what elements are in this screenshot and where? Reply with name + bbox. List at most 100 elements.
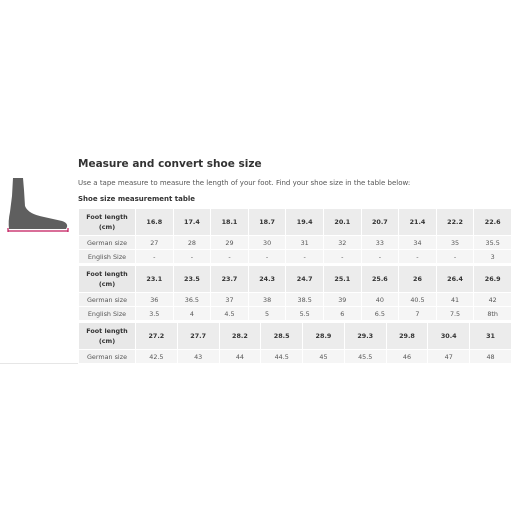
english-size-row: English Size 3.5 4 4.5 5 5.5 6 6.5 7 7.5… — [78, 306, 512, 321]
german-size-cell: 35.5 — [473, 235, 512, 250]
german-size-cell: 44 — [218, 349, 262, 364]
foot-length-cell: 25.1 — [322, 265, 362, 293]
foot-length-cell: 23.1 — [135, 265, 174, 293]
english-size-cell: 7 — [398, 306, 437, 321]
english-size-cell: 7.5 — [435, 306, 475, 321]
german-size-cell: 48 — [469, 349, 512, 364]
size-table-3: Foot length (cm) 27.2 27.7 28.2 28.5 28.… — [78, 322, 512, 364]
foot-length-cell: 22.6 — [473, 208, 512, 236]
german-size-cell: 33 — [360, 235, 400, 250]
table-title: Shoe size measurement table — [78, 195, 195, 203]
english-size-label: English Size — [78, 249, 136, 264]
english-size-cell: 4.5 — [210, 306, 249, 321]
english-size-cell: 5 — [247, 306, 287, 321]
german-size-cell: 42.5 — [135, 349, 178, 364]
foot-length-row: Foot length (cm) 16.8 17.4 18.1 18.7 19.… — [78, 208, 512, 236]
foot-length-cell: 30.4 — [427, 322, 471, 350]
foot-length-cell: 29.8 — [385, 322, 429, 350]
foot-length-cell: 19.4 — [285, 208, 324, 236]
german-size-cell: 46 — [385, 349, 429, 364]
english-size-row: English Size - - - - - - - - - 3 — [78, 249, 512, 264]
foot-length-cell: 31 — [469, 322, 512, 350]
foot-length-cell: 16.8 — [135, 208, 174, 236]
german-size-cell: 45 — [302, 349, 345, 364]
foot-length-cell: 24.7 — [285, 265, 324, 293]
english-size-cell: - — [285, 249, 324, 264]
german-size-cell: 47 — [427, 349, 471, 364]
german-size-label: German size — [78, 235, 136, 250]
english-size-cell: 8th — [473, 306, 512, 321]
foot-length-cell: 27.2 — [135, 322, 178, 350]
german-size-cell: 39 — [322, 292, 362, 307]
foot-length-cell: 28.2 — [218, 322, 262, 350]
german-size-cell: 40.5 — [398, 292, 437, 307]
size-table-2: Foot length (cm) 23.1 23.5 23.7 24.3 24.… — [78, 265, 512, 321]
german-size-cell: 38 — [247, 292, 287, 307]
german-size-cell: 31 — [285, 235, 324, 250]
english-size-cell: - — [247, 249, 287, 264]
english-size-cell: 6 — [322, 306, 362, 321]
foot-length-cell: 28.9 — [302, 322, 345, 350]
foot-length-cell: 28.5 — [260, 322, 304, 350]
english-size-label: English Size — [78, 306, 136, 321]
foot-length-cell: 18.1 — [210, 208, 249, 236]
german-size-cell: 41 — [435, 292, 475, 307]
foot-measure-illustration — [7, 178, 69, 232]
english-size-cell: 3.5 — [135, 306, 174, 321]
size-table-1: Foot length (cm) 16.8 17.4 18.1 18.7 19.… — [78, 208, 512, 264]
german-size-row: German size 42.5 43 44 44.5 45 45.5 46 4… — [78, 349, 512, 364]
english-size-cell: - — [398, 249, 437, 264]
german-size-row: German size 36 36.5 37 38 38.5 39 40 40.… — [78, 292, 512, 307]
german-size-cell: 34 — [398, 235, 437, 250]
foot-length-cell: 24.3 — [247, 265, 287, 293]
german-size-cell: 27 — [135, 235, 174, 250]
german-size-cell: 40 — [360, 292, 400, 307]
german-size-cell: 38.5 — [285, 292, 324, 307]
english-size-cell: 5.5 — [285, 306, 324, 321]
german-size-label: German size — [78, 349, 136, 364]
english-size-cell: - — [322, 249, 362, 264]
english-size-cell: - — [210, 249, 249, 264]
german-size-cell: 36.5 — [172, 292, 212, 307]
foot-length-cell: 20.1 — [322, 208, 362, 236]
foot-length-cell: 26 — [398, 265, 437, 293]
foot-length-cell: 26.9 — [473, 265, 512, 293]
german-size-label: German size — [78, 292, 136, 307]
german-size-cell: 42 — [473, 292, 512, 307]
foot-length-cell: 20.7 — [360, 208, 400, 236]
german-size-cell: 32 — [322, 235, 362, 250]
foot-length-cell: 18.7 — [247, 208, 287, 236]
foot-length-cell: 17.4 — [172, 208, 212, 236]
foot-length-cell: 25.6 — [360, 265, 400, 293]
foot-length-label: Foot length (cm) — [78, 322, 136, 350]
english-size-cell: - — [172, 249, 212, 264]
foot-length-cell: 27.7 — [176, 322, 220, 350]
foot-length-cell: 23.5 — [172, 265, 212, 293]
page-title: Measure and convert shoe size — [78, 158, 262, 170]
foot-length-label: Foot length (cm) — [78, 265, 136, 293]
divider-line — [0, 363, 78, 364]
german-size-cell: 43 — [176, 349, 220, 364]
english-size-cell: - — [360, 249, 400, 264]
german-size-cell: 30 — [247, 235, 287, 250]
german-size-row: German size 27 28 29 30 31 32 33 34 35 3… — [78, 235, 512, 250]
foot-length-cell: 21.4 — [398, 208, 437, 236]
english-size-cell: - — [135, 249, 174, 264]
foot-length-cell: 26.4 — [435, 265, 475, 293]
german-size-cell: 29 — [210, 235, 249, 250]
german-size-cell: 45.5 — [343, 349, 387, 364]
german-size-cell: 44.5 — [260, 349, 304, 364]
english-size-cell: 4 — [172, 306, 212, 321]
foot-length-cell: 23.7 — [210, 265, 249, 293]
foot-length-row: Foot length (cm) 27.2 27.7 28.2 28.5 28.… — [78, 322, 512, 350]
foot-length-row: Foot length (cm) 23.1 23.5 23.7 24.3 24.… — [78, 265, 512, 293]
foot-length-cell: 22.2 — [435, 208, 475, 236]
german-size-cell: 28 — [172, 235, 212, 250]
foot-length-cell: 29.3 — [343, 322, 387, 350]
foot-length-label: Foot length (cm) — [78, 208, 136, 236]
intro-text: Use a tape measure to measure the length… — [78, 179, 411, 187]
german-size-cell: 36 — [135, 292, 174, 307]
german-size-cell: 37 — [210, 292, 249, 307]
english-size-cell: 6.5 — [360, 306, 400, 321]
english-size-cell: 3 — [473, 249, 512, 264]
